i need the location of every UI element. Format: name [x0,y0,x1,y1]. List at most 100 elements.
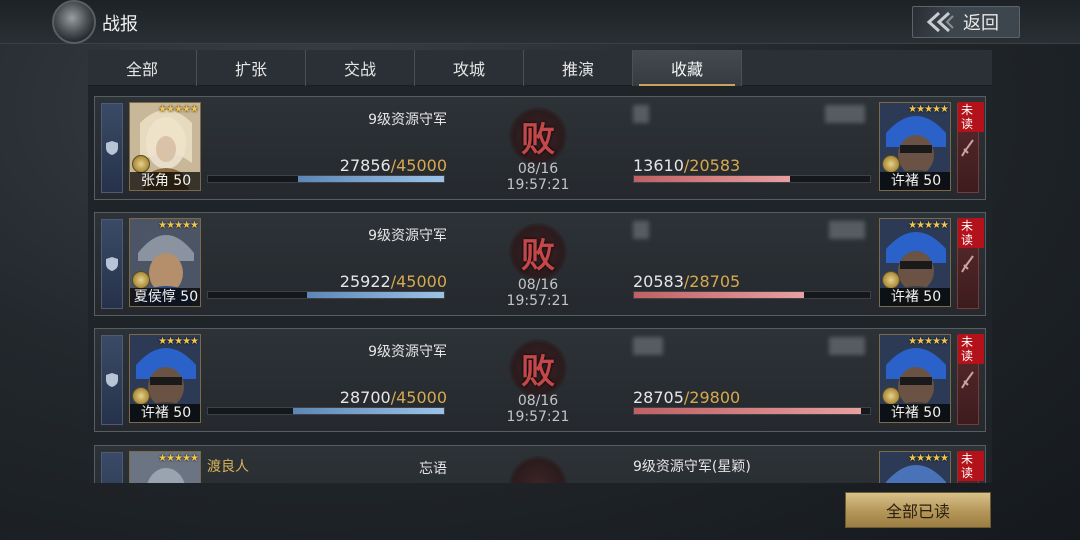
defender-troop-bar [633,407,871,415]
troops-max: /28705 [683,272,741,291]
tab-expand[interactable]: 扩张 [197,50,306,86]
rank-medal-icon [132,387,150,405]
defeat-seal: 败 [509,107,567,165]
sword-icon [961,255,974,273]
defender-portrait[interactable]: ★★★★★ 许褚 50 [879,218,951,307]
tab-favorites[interactable]: 收藏 [633,50,742,86]
defender-portrait[interactable]: ★★★★★ [879,451,951,483]
back-button[interactable]: 返回 [912,6,1020,38]
top-bar: 战报 返回 [0,0,1080,44]
attacker-portrait[interactable]: ★★★★★ 夏侯惇 50 [129,218,201,307]
attacker-portrait[interactable]: ★★★★★ 许褚 50 [129,334,201,423]
attacker-title: 9级资源守军 [368,344,447,360]
tab-siege[interactable]: 攻城 [415,50,524,86]
tab-battle[interactable]: 交战 [306,50,415,86]
hero-name: 张角 50 [130,172,200,190]
report-time: 08/16 19:57:21 [506,161,570,193]
sword-icon [961,371,974,389]
rank-medal-icon [132,155,150,173]
troop-bar-fill [634,292,804,298]
defender-troop-bar [633,175,871,183]
detail-button[interactable]: 未读 [957,334,984,425]
unread-badge: 未读 [958,102,984,132]
star-rating: ★★★★★ [908,336,949,347]
troop-bar-fill [292,408,444,414]
obscured-name [829,221,865,239]
attacker-title: 9级资源守军 [368,228,447,244]
star-rating: ★★★★★ [908,453,949,464]
defense-shield-tag [101,219,123,309]
report-item[interactable]: ★★★★★ 许褚 50 9级资源守军 28700/45000 败 08/16 1… [94,328,986,432]
rank-medal-icon [132,271,150,289]
defense-shield-tag [101,452,123,483]
star-rating: ★★★★★ [908,220,949,231]
hero-name: 许褚 50 [880,404,950,422]
shield-icon [106,257,118,271]
shield-icon [106,373,118,387]
hero-name: 夏侯惇 50 [130,288,200,306]
attacker-title: 忘语 [419,461,447,477]
attacker-portrait[interactable]: ★★★★★ 张角 50 [129,102,201,191]
battle-report-emblem-icon [52,0,96,44]
report-list[interactable]: ★★★★★ 张角 50 9级资源守军 27856/45000 败 08/16 1… [88,86,992,483]
attacker-troops: 28700/45000 [295,388,447,407]
obscured-name [633,221,649,239]
report-time: 08/16 19:57:21 [506,277,570,309]
unread-badge: 未读 [958,218,984,248]
troops-max: /29800 [683,388,741,407]
defender-title: 9级资源守军(星颖) [633,459,751,475]
obscured-name [633,337,663,355]
rank-medal-icon [882,387,900,405]
tab-all[interactable]: 全部 [88,50,197,86]
defender-troops: 20583/28705 [633,272,740,291]
troops-current: 28705 [633,388,684,407]
attacker-player-name: 渡良人 [207,459,249,475]
mark-all-read-button[interactable]: 全部已读 [845,492,991,528]
hero-name: 许褚 50 [880,288,950,306]
attacker-title: 9级资源守军 [368,112,447,128]
troops-current: 25922 [339,272,391,291]
star-rating: ★★★★★ [908,104,949,115]
troops-max: /45000 [390,388,447,407]
obscured-name [825,105,865,123]
troops-max: /45000 [390,272,447,291]
troops-current: 20583 [633,272,684,291]
defender-troops: 28705/29800 [633,388,740,407]
attacker-troops: 25922/45000 [295,272,447,291]
troops-max: /45000 [390,156,447,175]
tab-simulate[interactable]: 推演 [524,50,633,86]
attacker-portrait[interactable]: ★★★★★ [129,451,201,483]
back-label: 返回 [963,13,999,34]
attacker-troop-bar [207,407,445,415]
detail-button[interactable]: 未读 [957,451,984,483]
rank-medal-icon [882,155,900,173]
report-item[interactable]: ★★★★★ 张角 50 9级资源守军 27856/45000 败 08/16 1… [94,96,986,200]
troops-current: 28700 [339,388,391,407]
report-item[interactable]: ★★★★★ 渡良人 忘语 9级资源守军(星颖) ★★★★★ 未读 [94,445,986,483]
detail-button[interactable]: 未读 [957,218,984,309]
star-rating: ★★★★★ [158,220,199,231]
shield-icon [106,141,118,155]
attacker-troop-bar [207,175,445,183]
troop-bar-fill [307,292,444,298]
defeat-seal: 败 [509,339,567,397]
troop-bar-fill [634,176,790,182]
obscured-name [633,105,649,123]
defender-portrait[interactable]: ★★★★★ 许褚 50 [879,334,951,423]
star-rating: ★★★★★ [158,104,199,115]
back-arrow-icon [926,11,954,33]
star-rating: ★★★★★ [158,453,199,464]
star-rating: ★★★★★ [158,336,199,347]
sword-icon [961,139,974,157]
unread-badge: 未读 [958,451,984,481]
detail-button[interactable]: 未读 [957,102,984,193]
report-item[interactable]: ★★★★★ 夏侯惇 50 9级资源守军 25922/45000 败 08/16 … [94,212,986,316]
defense-shield-tag [101,103,123,193]
report-time: 08/16 19:57:21 [506,393,570,425]
defeat-seal: 败 [509,223,567,281]
hero-name: 许褚 50 [130,404,200,422]
troop-bar-fill [634,408,861,414]
defender-portrait[interactable]: ★★★★★ 许褚 50 [879,102,951,191]
troops-current: 13610 [633,156,684,175]
unread-badge: 未读 [958,334,984,364]
